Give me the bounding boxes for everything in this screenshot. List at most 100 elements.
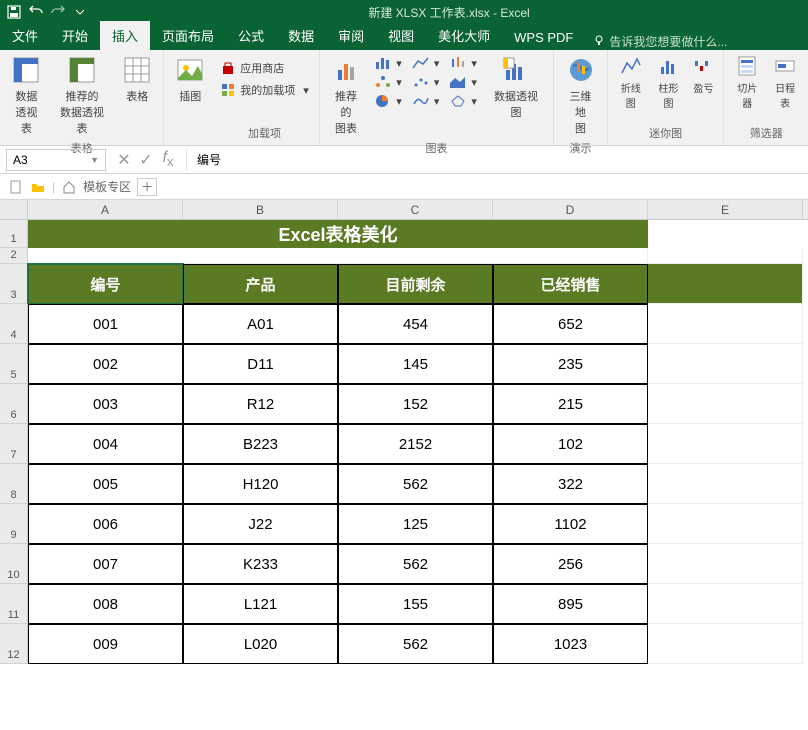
cell-A9[interactable]: 006 bbox=[28, 504, 183, 544]
spreadsheet-grid[interactable]: A B C D E 1 Excel表格美化 2 3 编号 产品 目前剩余 已经销… bbox=[0, 200, 808, 664]
row-header-11[interactable]: 11 bbox=[0, 584, 28, 624]
row-header-1[interactable]: 1 bbox=[0, 220, 28, 248]
tab-file[interactable]: 文件 bbox=[0, 21, 50, 50]
cell-B5[interactable]: D11 bbox=[183, 344, 338, 384]
cell-C11[interactable]: 155 bbox=[338, 584, 493, 624]
chart-surface-icon[interactable]: ▾ bbox=[408, 92, 444, 110]
cell-A12[interactable]: 009 bbox=[28, 624, 183, 664]
cell-E9[interactable] bbox=[648, 504, 803, 544]
folder-icon[interactable] bbox=[30, 179, 46, 195]
cell-A11[interactable]: 008 bbox=[28, 584, 183, 624]
cell-E7[interactable] bbox=[648, 424, 803, 464]
cell-D7[interactable]: 102 bbox=[493, 424, 648, 464]
cell-B4[interactable]: A01 bbox=[183, 304, 338, 344]
cell-D3[interactable]: 已经销售 bbox=[493, 264, 648, 304]
cell-E12[interactable] bbox=[648, 624, 803, 664]
cell-row2[interactable] bbox=[28, 248, 648, 264]
add-sheet-icon[interactable]: ＋ bbox=[137, 178, 157, 196]
pivot-table-button[interactable]: 数据 透视表 bbox=[6, 52, 47, 138]
select-all-corner[interactable] bbox=[0, 200, 28, 219]
cell-D5[interactable]: 235 bbox=[493, 344, 648, 384]
cell-B10[interactable]: K233 bbox=[183, 544, 338, 584]
rec-pivot-button[interactable]: 推荐的 数据透视表 bbox=[51, 52, 114, 138]
illustrations-button[interactable]: 插图 bbox=[170, 52, 210, 106]
cell-B7[interactable]: B223 bbox=[183, 424, 338, 464]
cell-A7[interactable]: 004 bbox=[28, 424, 183, 464]
cell-B11[interactable]: L121 bbox=[183, 584, 338, 624]
cell-B3[interactable]: 产品 bbox=[183, 264, 338, 304]
tab-pagelayout[interactable]: 页面布局 bbox=[150, 21, 226, 50]
cell-C4[interactable]: 454 bbox=[338, 304, 493, 344]
tab-view[interactable]: 视图 bbox=[376, 21, 426, 50]
cell-B8[interactable]: H120 bbox=[183, 464, 338, 504]
save-icon[interactable] bbox=[4, 2, 24, 22]
spark-column-button[interactable]: 柱形图 bbox=[652, 52, 686, 112]
tab-wpspdf[interactable]: WPS PDF bbox=[502, 25, 585, 50]
col-header-E[interactable]: E bbox=[648, 200, 803, 219]
row-header-5[interactable]: 5 bbox=[0, 344, 28, 384]
spark-winloss-button[interactable]: 盈亏 bbox=[689, 52, 717, 97]
pivot-chart-button[interactable]: 数据透视图 bbox=[485, 52, 547, 122]
redo-icon[interactable] bbox=[48, 2, 68, 22]
col-header-D[interactable]: D bbox=[493, 200, 648, 219]
row-header-7[interactable]: 7 bbox=[0, 424, 28, 464]
store-button[interactable]: 应用商店 bbox=[216, 58, 313, 78]
timeline-button[interactable]: 日程表 bbox=[768, 52, 802, 112]
cell-D9[interactable]: 1102 bbox=[493, 504, 648, 544]
chart-line-icon[interactable]: ▾ bbox=[408, 54, 444, 72]
row-header-6[interactable]: 6 bbox=[0, 384, 28, 424]
rec-charts-button[interactable]: 推荐的 图表 bbox=[326, 52, 367, 138]
undo-icon[interactable] bbox=[26, 2, 46, 22]
cell-D4[interactable]: 652 bbox=[493, 304, 648, 344]
template-tab[interactable]: 模板专区 bbox=[83, 178, 131, 195]
cell-E10[interactable] bbox=[648, 544, 803, 584]
fx-icon[interactable]: fx bbox=[160, 149, 176, 169]
chart-stock-icon[interactable]: ▾ bbox=[445, 54, 481, 72]
row-header-10[interactable]: 10 bbox=[0, 544, 28, 584]
3d-map-button[interactable]: 三维地 图 bbox=[560, 52, 601, 138]
row-header-9[interactable]: 9 bbox=[0, 504, 28, 544]
tab-insert[interactable]: 插入 bbox=[100, 21, 150, 50]
home-icon[interactable] bbox=[61, 179, 77, 195]
cell-E2[interactable] bbox=[648, 248, 803, 264]
chart-pie-icon[interactable]: ▾ bbox=[370, 92, 406, 110]
qat-dropdown-icon[interactable] bbox=[70, 2, 90, 22]
tab-home[interactable]: 开始 bbox=[50, 21, 100, 50]
cell-B12[interactable]: L020 bbox=[183, 624, 338, 664]
cell-E4[interactable] bbox=[648, 304, 803, 344]
cell-C5[interactable]: 145 bbox=[338, 344, 493, 384]
tab-beautify[interactable]: 美化大师 bbox=[426, 21, 502, 50]
cell-A10[interactable]: 007 bbox=[28, 544, 183, 584]
cell-E8[interactable] bbox=[648, 464, 803, 504]
cell-E11[interactable] bbox=[648, 584, 803, 624]
table-button[interactable]: 表格 bbox=[117, 52, 157, 106]
cell-C10[interactable]: 562 bbox=[338, 544, 493, 584]
cell-D10[interactable]: 256 bbox=[493, 544, 648, 584]
row-header-3[interactable]: 3 bbox=[0, 264, 28, 304]
cell-A4[interactable]: 001 bbox=[28, 304, 183, 344]
chart-area-icon[interactable]: ▾ bbox=[445, 73, 481, 91]
formula-input[interactable]: 编号 bbox=[186, 149, 808, 171]
cell-C7[interactable]: 2152 bbox=[338, 424, 493, 464]
cell-E1[interactable] bbox=[648, 220, 803, 248]
spark-line-button[interactable]: 折线图 bbox=[614, 52, 648, 112]
tab-review[interactable]: 审阅 bbox=[326, 21, 376, 50]
cell-C9[interactable]: 125 bbox=[338, 504, 493, 544]
row-header-4[interactable]: 4 bbox=[0, 304, 28, 344]
file-icon[interactable] bbox=[8, 179, 24, 195]
chart-radar-icon[interactable]: ▾ bbox=[445, 92, 481, 110]
cell-C8[interactable]: 562 bbox=[338, 464, 493, 504]
name-box[interactable]: A3▼ bbox=[6, 149, 106, 171]
chart-column-icon[interactable]: ▾ bbox=[370, 54, 406, 72]
cell-B9[interactable]: J22 bbox=[183, 504, 338, 544]
row-header-2[interactable]: 2 bbox=[0, 248, 28, 264]
cancel-icon[interactable]: ✕ bbox=[116, 150, 132, 170]
cell-C6[interactable]: 152 bbox=[338, 384, 493, 424]
cell-A3[interactable]: 编号 bbox=[28, 264, 183, 304]
chart-scatter-icon[interactable]: ▾ bbox=[408, 73, 444, 91]
cell-A5[interactable]: 002 bbox=[28, 344, 183, 384]
chart-hier-icon[interactable]: ▾ bbox=[370, 73, 406, 91]
cell-E3[interactable] bbox=[648, 264, 803, 304]
cell-B6[interactable]: R12 bbox=[183, 384, 338, 424]
cell-C3[interactable]: 目前剩余 bbox=[338, 264, 493, 304]
